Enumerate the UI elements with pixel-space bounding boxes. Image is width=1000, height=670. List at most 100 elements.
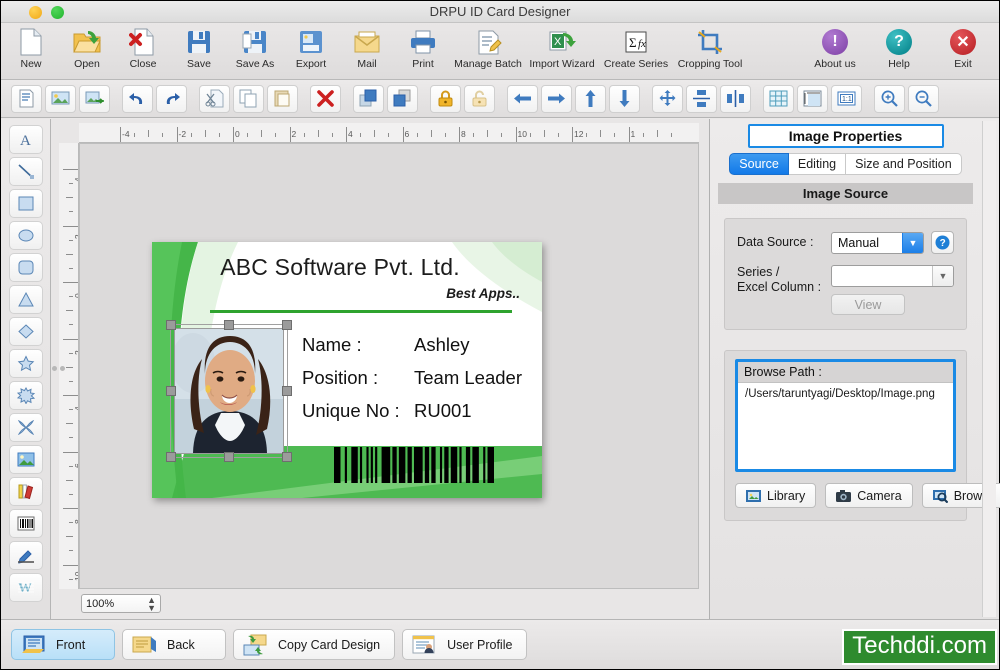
chevron-down-icon[interactable]: ▼ <box>902 232 923 253</box>
center-horizontal-button[interactable] <box>720 84 751 113</box>
zoom-in-button[interactable] <box>874 84 905 113</box>
tab-editing[interactable]: Editing <box>788 153 847 175</box>
tab-source[interactable]: Source <box>729 153 789 175</box>
toolbar-about-us[interactable]: ! About us <box>807 25 863 70</box>
copy-button[interactable] <box>233 84 264 113</box>
toolbar-export[interactable]: Export <box>283 25 339 70</box>
toolbar-manage-batch[interactable]: Manage Batch <box>451 25 525 70</box>
center-both-button[interactable] <box>652 84 683 113</box>
align-left-button[interactable] <box>507 84 538 113</box>
toolbar-mail[interactable]: Mail <box>339 25 395 70</box>
properties-panel-scrollbar[interactable] <box>982 121 996 617</box>
toolbar-save-as[interactable]: Save As <box>227 25 283 70</box>
library-button[interactable]: Library <box>735 483 817 508</box>
add-text-button[interactable] <box>11 84 42 113</box>
toolbar-cropping-tool[interactable]: Cropping Tool <box>673 25 747 70</box>
pen-tool-icon[interactable] <box>8 541 43 570</box>
zoom-stepper-icon[interactable]: ▲ ▼ <box>147 595 156 612</box>
card-field-row[interactable]: Name : Ashley <box>302 334 534 356</box>
align-right-button[interactable] <box>541 84 572 113</box>
brand-watermark: Techddi.com <box>842 629 997 665</box>
add-image-export-button[interactable] <box>79 84 110 113</box>
handle-bottom-center[interactable] <box>224 452 234 462</box>
card-field-row[interactable]: Unique No : RU001 <box>302 400 534 422</box>
toolbar-save[interactable]: Save <box>171 25 227 70</box>
handle-middle-left[interactable] <box>166 386 176 396</box>
zoom-out-button[interactable] <box>908 84 939 113</box>
tab-size-and-position[interactable]: Size and Position <box>846 153 962 175</box>
diamond-tool-icon[interactable] <box>8 317 43 346</box>
handle-top-left[interactable] <box>166 320 176 330</box>
copy-card-design-label: Copy Card Design <box>278 637 381 652</box>
back-side-button[interactable]: Back <box>122 629 226 660</box>
redo-button[interactable] <box>156 84 187 113</box>
panel-resize-handle[interactable] <box>52 366 65 371</box>
card-field-row[interactable]: Position : Team Leader <box>302 367 534 389</box>
text-tool-icon[interactable]: A <box>8 125 43 154</box>
four-point-star-tool-icon[interactable] <box>8 413 43 442</box>
handle-middle-right[interactable] <box>282 386 292 396</box>
user-profile-button[interactable]: User Profile <box>402 629 528 660</box>
signature-book-tool-icon[interactable] <box>8 477 43 506</box>
toolbar-exit[interactable]: ✕ Exit <box>935 25 991 70</box>
align-bottom-button[interactable] <box>609 84 640 113</box>
toolbar-help[interactable]: ? Help <box>871 25 927 70</box>
center-vertical-button[interactable] <box>686 84 717 113</box>
actual-size-button[interactable]: 1:1 <box>831 84 862 113</box>
card-back-icon <box>131 634 157 656</box>
handle-bottom-left[interactable] <box>166 452 176 462</box>
toolbar-open[interactable]: Open <box>59 25 115 70</box>
toolbar-create-series[interactable]: Σfx Create Series <box>599 25 673 70</box>
handle-top-center[interactable] <box>224 320 234 330</box>
triangle-tool-icon[interactable] <box>8 285 43 314</box>
zoom-level-control[interactable]: 100% ▲ ▼ <box>81 594 161 613</box>
view-button[interactable]: View <box>831 294 905 315</box>
toolbar-import-wizard[interactable]: X Import Wizard <box>525 25 599 70</box>
paste-button[interactable] <box>267 84 298 113</box>
handle-top-right[interactable] <box>282 320 292 330</box>
browse-path-value[interactable]: /Users/taruntyagi/Desktop/Image.png <box>738 383 953 469</box>
lock-button[interactable] <box>430 84 461 113</box>
delete-button[interactable] <box>310 84 341 113</box>
send-to-back-button[interactable] <box>387 84 418 113</box>
add-image-button[interactable] <box>45 84 76 113</box>
svg-text:1:1: 1:1 <box>842 96 852 103</box>
selection-rectangle <box>170 324 288 458</box>
photo-selection-handles[interactable] <box>166 320 292 462</box>
handle-bottom-right[interactable] <box>282 452 292 462</box>
cut-button[interactable] <box>199 84 230 113</box>
unlock-button[interactable] <box>464 84 495 113</box>
rectangle-tool-icon[interactable] <box>8 189 43 218</box>
manage-batch-icon <box>474 27 502 57</box>
help-question-icon[interactable]: ? <box>931 231 954 254</box>
line-tool-icon[interactable] <box>8 157 43 186</box>
series-column-select[interactable]: ▼ <box>831 265 954 287</box>
id-card-preview[interactable]: ABC Software Pvt. Ltd. Best Apps.. Name … <box>152 242 542 498</box>
canvas-scroll-region[interactable]: ABC Software Pvt. Ltd. Best Apps.. Name … <box>79 143 699 589</box>
ellipse-tool-icon[interactable] <box>8 221 43 250</box>
import-wizard-icon: X <box>547 27 577 57</box>
front-side-button[interactable]: Front <box>11 629 115 660</box>
toolbar-close[interactable]: Close <box>115 25 171 70</box>
toolbar-new[interactable]: New <box>3 25 59 70</box>
watermark-tool-icon[interactable]: W <box>8 573 43 602</box>
align-top-button[interactable] <box>575 84 606 113</box>
ruler-button[interactable] <box>797 84 828 113</box>
grid-button[interactable] <box>763 84 794 113</box>
copy-card-design-button[interactable]: Copy Card Design <box>233 629 396 660</box>
card-barcode[interactable] <box>334 447 494 483</box>
data-source-select[interactable]: Manual ▼ <box>831 231 924 254</box>
undo-button[interactable] <box>122 84 153 113</box>
camera-button[interactable]: Camera <box>825 483 913 508</box>
image-tool-icon[interactable] <box>8 445 43 474</box>
toolbar-print[interactable]: Print <box>395 25 451 70</box>
star-tool-icon[interactable] <box>8 349 43 378</box>
rounded-rectangle-tool-icon[interactable] <box>8 253 43 282</box>
barcode-tool-icon[interactable] <box>8 509 43 538</box>
chevron-down-icon[interactable]: ▼ <box>932 266 953 286</box>
toolbar-save-as-label: Save As <box>235 58 275 70</box>
burst-tool-icon[interactable] <box>8 381 43 410</box>
main-toolbar-right-items: ! About us ? Help ✕ Exit <box>807 25 991 70</box>
bring-to-front-button[interactable] <box>353 84 384 113</box>
svg-text:X: X <box>554 36 562 48</box>
